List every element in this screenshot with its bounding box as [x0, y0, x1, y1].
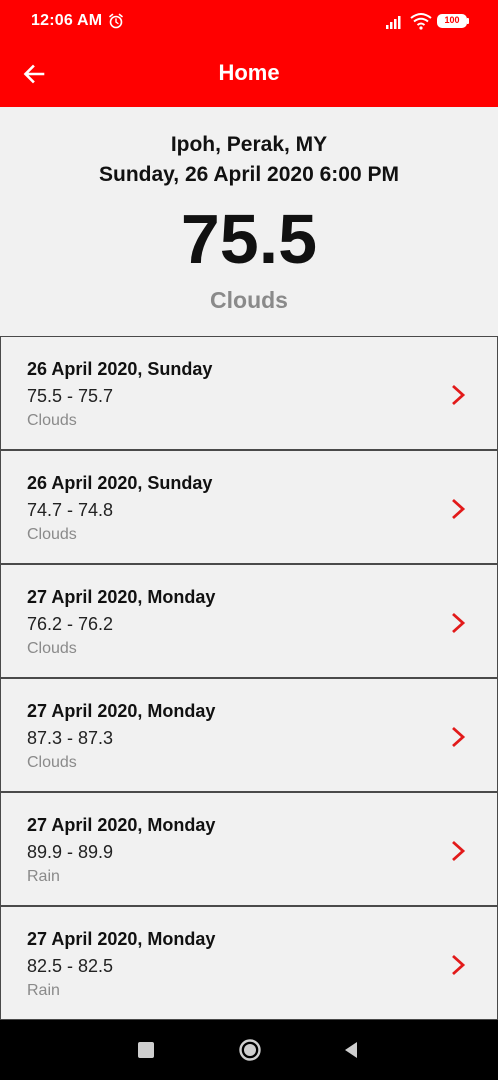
- list-item[interactable]: 27 April 2020, Monday 89.9 - 89.9 Rain: [0, 792, 498, 906]
- item-date: 27 April 2020, Monday: [27, 587, 216, 607]
- current-weather-summary: Ipoh, Perak, MY Sunday, 26 April 2020 6:…: [0, 107, 498, 336]
- signal-icon: [385, 14, 405, 30]
- battery-tip: [467, 18, 469, 24]
- chevron-right-icon: [452, 840, 466, 862]
- list-item[interactable]: 26 April 2020, Sunday 75.5 - 75.7 Clouds: [0, 336, 498, 450]
- list-item[interactable]: 27 April 2020, Monday 87.3 - 87.3 Clouds: [0, 678, 498, 792]
- app-bar: Home: [0, 44, 498, 107]
- datetime-label: Sunday, 26 April 2020 6:00 PM: [99, 163, 399, 186]
- status-time: 12:06 AM: [31, 12, 103, 29]
- chevron-right-icon: [452, 384, 466, 406]
- location-label: Ipoh, Perak, MY: [170, 133, 328, 156]
- page-title: Home: [218, 60, 280, 85]
- list-item[interactable]: 27 April 2020, Monday 82.5 - 82.5 Rain: [0, 906, 498, 1020]
- home-circle-icon: [239, 1039, 261, 1061]
- item-temperature-range: 75.5 - 75.7: [27, 386, 114, 406]
- item-condition: Clouds: [27, 412, 77, 429]
- item-date: 27 April 2020, Monday: [27, 815, 216, 835]
- item-condition: Clouds: [27, 754, 77, 771]
- item-temperature-range: 87.3 - 87.3: [27, 728, 114, 748]
- item-condition: Rain: [27, 982, 60, 999]
- home-button[interactable]: [238, 1038, 262, 1062]
- item-temperature-range: 76.2 - 76.2: [27, 614, 114, 634]
- chevron-right-icon: [452, 954, 466, 976]
- recents-button[interactable]: [138, 1042, 154, 1058]
- item-temperature-range: 89.9 - 89.9: [27, 842, 114, 862]
- screen: 12:06 AM 100 Home Ipoh, Perak, MY Sunday…: [0, 0, 498, 1080]
- battery-icon: 100: [437, 14, 467, 28]
- system-back-button[interactable]: [342, 1040, 360, 1060]
- item-date: 27 April 2020, Monday: [27, 929, 216, 949]
- item-condition: Clouds: [27, 640, 77, 657]
- system-navigation-bar: [0, 1020, 498, 1080]
- forecast-list: 26 April 2020, Sunday 75.5 - 75.7 Clouds…: [0, 336, 498, 1020]
- item-date: 26 April 2020, Sunday: [27, 359, 213, 379]
- list-item[interactable]: 26 April 2020, Sunday 74.7 - 74.8 Clouds: [0, 450, 498, 564]
- chevron-right-icon: [452, 612, 466, 634]
- status-bar: 12:06 AM 100: [0, 0, 498, 44]
- item-date: 26 April 2020, Sunday: [27, 473, 213, 493]
- battery-level: 100: [444, 15, 460, 25]
- alarm-icon: [108, 13, 124, 29]
- list-item[interactable]: 27 April 2020, Monday 76.2 - 76.2 Clouds: [0, 564, 498, 678]
- top-bar: 12:06 AM 100 Home: [0, 0, 498, 107]
- item-temperature-range: 82.5 - 82.5: [27, 956, 114, 976]
- item-condition: Clouds: [27, 526, 77, 543]
- chevron-right-icon: [452, 726, 466, 748]
- item-date: 27 April 2020, Monday: [27, 701, 216, 721]
- chevron-right-icon: [452, 498, 466, 520]
- item-condition: Rain: [27, 868, 60, 885]
- current-temperature: 75.5: [180, 200, 318, 278]
- current-condition: Clouds: [210, 287, 288, 313]
- item-temperature-range: 74.7 - 74.8: [27, 500, 114, 520]
- triangle-back-icon: [345, 1042, 357, 1058]
- wifi-icon: [410, 12, 432, 30]
